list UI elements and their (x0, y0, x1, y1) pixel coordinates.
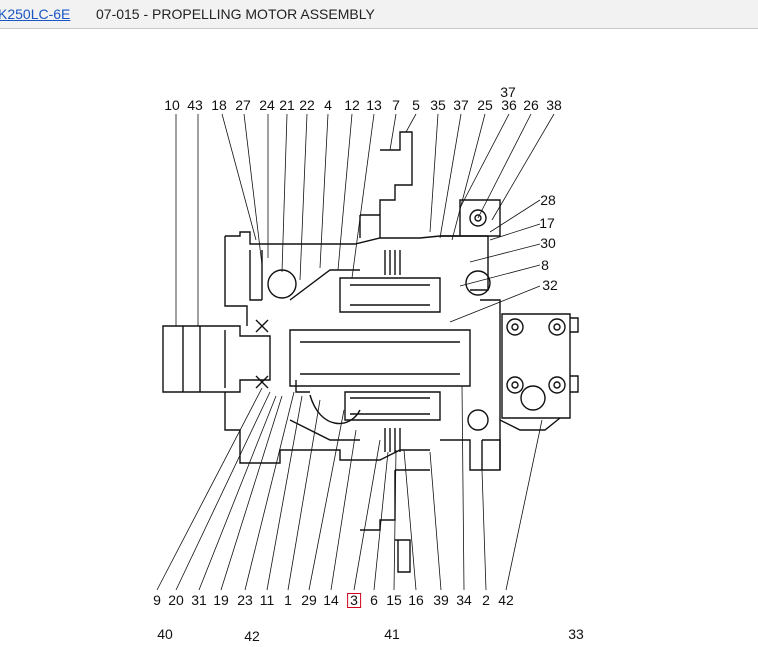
callout-3-selected[interactable]: 3 (347, 593, 361, 608)
callout-5[interactable]: 5 (412, 97, 420, 113)
callout-41[interactable]: 41 (384, 626, 400, 642)
callout-23[interactable]: 23 (237, 592, 253, 608)
callout-24[interactable]: 24 (259, 97, 275, 113)
model-link[interactable]: K250LC-6E (0, 6, 70, 22)
callout-17[interactable]: 17 (539, 215, 555, 231)
callout-7[interactable]: 7 (392, 97, 400, 113)
callout-30[interactable]: 30 (540, 235, 556, 251)
callout-25[interactable]: 25 (477, 97, 493, 113)
callout-18[interactable]: 18 (211, 97, 227, 113)
callout-39[interactable]: 39 (433, 592, 449, 608)
callout-43[interactable]: 43 (187, 97, 203, 113)
assembly-title: 07-015 - PROPELLING MOTOR ASSEMBLY (96, 6, 375, 22)
callout-36[interactable]: 36 (501, 97, 517, 113)
callout-16[interactable]: 16 (408, 592, 424, 608)
callout-12[interactable]: 12 (344, 97, 360, 113)
leader-lines (156, 113, 555, 591)
callout-35[interactable]: 35 (430, 97, 446, 113)
callout-1[interactable]: 1 (284, 592, 292, 608)
callout-38[interactable]: 38 (546, 97, 562, 113)
motor-outline (162, 131, 579, 573)
callout-42[interactable]: 42 (498, 592, 514, 608)
callout-22[interactable]: 22 (299, 97, 315, 113)
callout-4[interactable]: 4 (324, 97, 332, 113)
callout-32[interactable]: 32 (542, 277, 558, 293)
callout-37-lower[interactable]: 37 (453, 97, 469, 113)
callout-42-next[interactable]: 42 (244, 628, 260, 644)
callout-19[interactable]: 19 (213, 592, 229, 608)
page-header: K250LC-6E 07-015 - PROPELLING MOTOR ASSE… (0, 0, 758, 29)
callout-14[interactable]: 14 (323, 592, 339, 608)
callout-31[interactable]: 31 (191, 592, 207, 608)
callout-29[interactable]: 29 (301, 592, 317, 608)
callout-6[interactable]: 6 (370, 592, 378, 608)
callout-27[interactable]: 27 (235, 97, 251, 113)
callout-28[interactable]: 28 (540, 192, 556, 208)
callout-26[interactable]: 26 (523, 97, 539, 113)
callout-13[interactable]: 13 (366, 97, 382, 113)
callout-20[interactable]: 20 (168, 592, 184, 608)
callout-11[interactable]: 11 (260, 592, 275, 608)
exploded-drawing (156, 113, 579, 591)
callout-15[interactable]: 15 (386, 592, 402, 608)
callout-9[interactable]: 9 (153, 592, 161, 608)
callout-10[interactable]: 10 (164, 97, 180, 113)
callout-34[interactable]: 34 (456, 592, 472, 608)
callout-21[interactable]: 21 (279, 97, 295, 113)
callout-33[interactable]: 33 (568, 626, 584, 642)
callout-2[interactable]: 2 (482, 592, 490, 608)
callout-8[interactable]: 8 (541, 257, 549, 273)
callout-40[interactable]: 40 (157, 626, 173, 642)
